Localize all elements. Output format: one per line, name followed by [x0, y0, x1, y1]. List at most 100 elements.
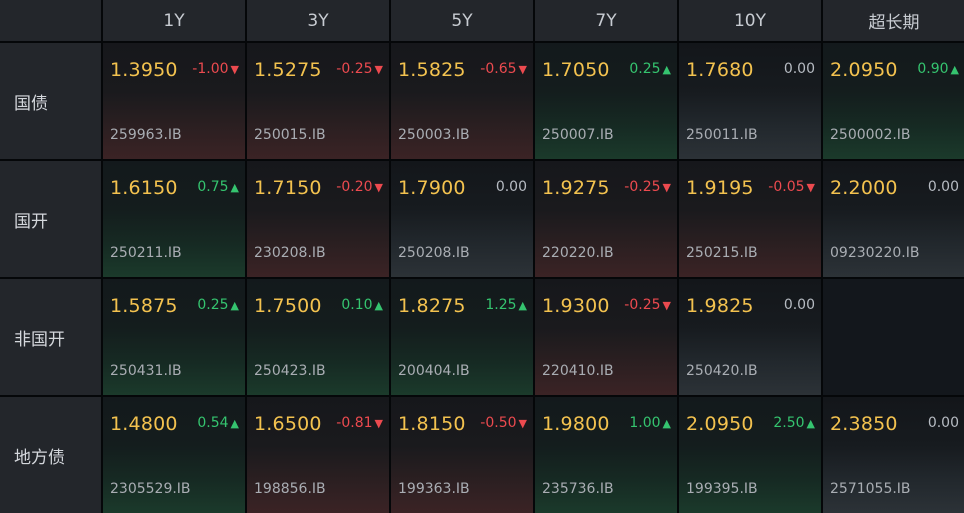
quote-cell[interactable]: 1.7680 0.00 250011.IB [679, 43, 821, 159]
change-text: 0.54 [197, 415, 229, 431]
quote-cell[interactable]: 1.6500 -0.81 ▼ 198856.IB [247, 397, 389, 513]
yield-value: 1.5875 [110, 295, 178, 317]
column-header-2[interactable]: 5Y [391, 0, 533, 41]
arrow-up-icon: ▲ [662, 416, 671, 430]
change-value: 0.90 ▲ [917, 61, 959, 77]
yield-value: 1.9275 [542, 177, 610, 199]
change-text: -0.65 [480, 61, 517, 77]
quote-cell[interactable]: 1.9300 -0.25 ▼ 220410.IB [535, 279, 677, 395]
change-text: 0.00 [927, 179, 959, 195]
yield-value: 1.5825 [398, 59, 466, 81]
bond-code: 250431.IB [110, 363, 182, 379]
change-value: 0.00 [496, 179, 527, 195]
change-value: 0.00 [784, 297, 815, 313]
bond-code: 235736.IB [542, 481, 614, 497]
yield-value: 2.0950 [830, 59, 898, 81]
quote-cell[interactable]: 1.4800 0.54 ▲ 2305529.IB [103, 397, 245, 513]
yield-value: 1.9195 [686, 177, 754, 199]
change-value: -0.20 ▼ [336, 179, 383, 195]
quote-cell[interactable]: 1.8275 1.25 ▲ 200404.IB [391, 279, 533, 395]
quote-cell[interactable]: 2.0950 0.90 ▲ 2500002.IB [823, 43, 964, 159]
change-text: -1.00 [192, 61, 229, 77]
change-text: -0.05 [768, 179, 805, 195]
change-value: 0.00 [928, 415, 959, 431]
quote-cell[interactable]: 1.9825 0.00 250420.IB [679, 279, 821, 395]
bond-code: 09230220.IB [830, 245, 920, 261]
quote-cell[interactable]: 1.3950 -1.00 ▼ 259963.IB [103, 43, 245, 159]
quote-cell[interactable]: 1.6150 0.75 ▲ 250211.IB [103, 161, 245, 277]
quote-cell[interactable]: 1.5275 -0.25 ▼ 250015.IB [247, 43, 389, 159]
quote-cell[interactable]: 1.7050 0.25 ▲ 250007.IB [535, 43, 677, 159]
arrow-down-icon: ▼ [662, 298, 671, 312]
bond-code: 2305529.IB [110, 481, 191, 497]
bond-code: 220410.IB [542, 363, 614, 379]
quote-cell[interactable]: 2.3850 0.00 2571055.IB [823, 397, 964, 513]
change-value: 0.25 ▲ [629, 61, 671, 77]
bond-code: 2571055.IB [830, 481, 911, 497]
yield-value: 2.3850 [830, 413, 898, 435]
arrow-up-icon: ▲ [230, 298, 239, 312]
change-value: -0.25 ▼ [336, 61, 383, 77]
column-header-0[interactable]: 1Y [103, 0, 245, 41]
quote-cell[interactable]: 1.9195 -0.05 ▼ 250215.IB [679, 161, 821, 277]
change-text: -0.20 [336, 179, 373, 195]
change-text: 0.00 [927, 415, 959, 431]
quote-cell[interactable]: 2.2000 0.00 09230220.IB [823, 161, 964, 277]
change-value: 2.50 ▲ [773, 415, 815, 431]
arrow-up-icon: ▲ [950, 62, 959, 76]
arrow-down-icon: ▼ [230, 62, 239, 76]
change-value: 0.00 [784, 61, 815, 77]
quote-cell[interactable]: 1.9275 -0.25 ▼ 220220.IB [535, 161, 677, 277]
change-text: 0.25 [197, 297, 229, 313]
arrow-up-icon: ▲ [806, 416, 815, 430]
quote-cell[interactable]: 2.0950 2.50 ▲ 199395.IB [679, 397, 821, 513]
change-value: -0.25 ▼ [624, 297, 671, 313]
row-header-1[interactable]: 国开 [0, 161, 101, 277]
arrow-down-icon: ▼ [374, 416, 383, 430]
arrow-down-icon: ▼ [662, 180, 671, 194]
arrow-down-icon: ▼ [374, 62, 383, 76]
change-value: -0.25 ▼ [624, 179, 671, 195]
bond-code: 250007.IB [542, 127, 614, 143]
arrow-down-icon: ▼ [806, 180, 815, 194]
bond-code: 250015.IB [254, 127, 326, 143]
quote-cell[interactable]: 1.9800 1.00 ▲ 235736.IB [535, 397, 677, 513]
change-text: 0.25 [629, 61, 661, 77]
change-text: -0.50 [480, 415, 517, 431]
bond-code: 250011.IB [686, 127, 758, 143]
quote-cell[interactable]: 1.7900 0.00 250208.IB [391, 161, 533, 277]
bond-code: 199363.IB [398, 481, 470, 497]
change-text: -0.25 [624, 179, 661, 195]
arrow-up-icon: ▲ [230, 416, 239, 430]
yield-value: 1.7500 [254, 295, 322, 317]
change-text: 0.10 [341, 297, 373, 313]
change-value: 0.75 ▲ [197, 179, 239, 195]
bond-code: 230208.IB [254, 245, 326, 261]
bond-code: 250420.IB [686, 363, 758, 379]
change-text: 0.00 [495, 179, 527, 195]
quote-cell[interactable]: 1.7150 -0.20 ▼ 230208.IB [247, 161, 389, 277]
bond-code: 250211.IB [110, 245, 182, 261]
change-value: -0.65 ▼ [480, 61, 527, 77]
change-value: 1.00 ▲ [629, 415, 671, 431]
yield-value: 2.0950 [686, 413, 754, 435]
quote-cell[interactable]: 1.5875 0.25 ▲ 250431.IB [103, 279, 245, 395]
row-header-2[interactable]: 非国开 [0, 279, 101, 395]
column-header-4[interactable]: 10Y [679, 0, 821, 41]
row-header-0[interactable]: 国债 [0, 43, 101, 159]
change-value: 0.10 ▲ [341, 297, 383, 313]
arrow-down-icon: ▼ [518, 62, 527, 76]
change-text: -0.81 [336, 415, 373, 431]
arrow-down-icon: ▼ [374, 180, 383, 194]
quote-cell[interactable]: 1.7500 0.10 ▲ 250423.IB [247, 279, 389, 395]
yield-value: 1.8275 [398, 295, 466, 317]
change-text: 1.00 [629, 415, 661, 431]
quote-cell[interactable]: 1.8150 -0.50 ▼ 199363.IB [391, 397, 533, 513]
change-value: -0.05 ▼ [768, 179, 815, 195]
column-header-5[interactable]: 超长期 [823, 0, 964, 41]
quote-cell[interactable]: 1.5825 -0.65 ▼ 250003.IB [391, 43, 533, 159]
change-text: 0.90 [917, 61, 949, 77]
column-header-1[interactable]: 3Y [247, 0, 389, 41]
row-header-3[interactable]: 地方债 [0, 397, 101, 513]
column-header-3[interactable]: 7Y [535, 0, 677, 41]
